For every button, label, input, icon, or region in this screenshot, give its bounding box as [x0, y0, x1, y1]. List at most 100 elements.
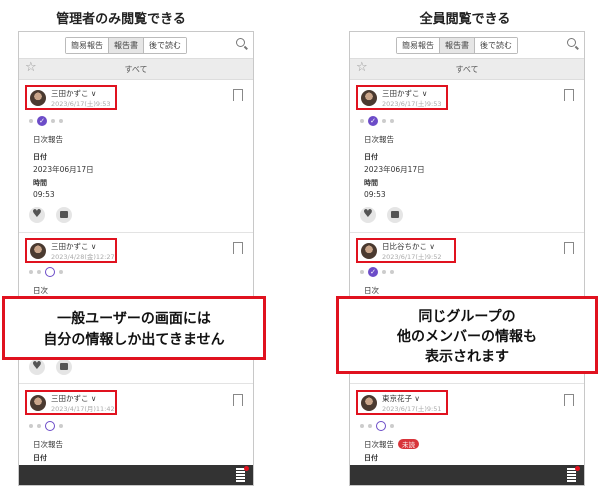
field-label: 時間 [33, 179, 47, 187]
step-dot [390, 270, 394, 274]
tab-report[interactable]: 報告書 [440, 38, 475, 53]
avatar [361, 90, 377, 106]
report-title-text: 日次報告 [364, 440, 394, 449]
report-title: 日次 [364, 286, 379, 295]
tab-simple-report[interactable]: 簡易報告 [397, 38, 440, 53]
field-value: 2023年06月17日 [33, 165, 94, 174]
avatar [30, 243, 46, 259]
filter-bar: ☆ すべて [350, 59, 584, 80]
callout-line: 同じグループの [418, 309, 516, 325]
post-date: 2023/4/17(月)11:42 [51, 405, 115, 413]
report-title: 日次 [33, 286, 48, 295]
like-icon[interactable] [360, 207, 376, 223]
bookmark-icon[interactable] [564, 242, 574, 258]
bottom-bar [350, 465, 584, 485]
step-dot [59, 424, 63, 428]
callout-line: 自分の情報しか出てきません [43, 332, 225, 348]
post-card[interactable]: 三田かずこ ∨ 2023/6/17(土)9:53 ✓ 日次報告 日付 2023年… [19, 80, 253, 233]
avatar [30, 90, 46, 106]
step-dot [360, 270, 364, 274]
unread-badge: 未読 [398, 439, 419, 449]
like-icon[interactable] [29, 359, 45, 375]
avatar [30, 395, 46, 411]
bookmark-icon[interactable] [233, 242, 243, 258]
tab-read-later[interactable]: 後で読む [144, 38, 186, 53]
comment-icon[interactable] [387, 207, 403, 223]
callout-line: 表示されます [425, 349, 509, 365]
author-info[interactable]: 三田かずこ ∨ 2023/6/17(土)9:53 [356, 85, 448, 110]
step-dot [368, 424, 372, 428]
post-date: 2023/6/17(土)9:53 [382, 100, 442, 108]
left-heading: 管理者のみ閲覧できる [56, 12, 186, 27]
step-dot [390, 119, 394, 123]
filter-label[interactable]: すべて [350, 64, 584, 75]
like-icon[interactable] [29, 207, 45, 223]
step-dot [59, 270, 63, 274]
toolbar: 簡易報告 報告書 後で読む [19, 32, 253, 59]
menu-icon[interactable] [236, 466, 249, 482]
field-value: 09:53 [364, 190, 386, 199]
field-value: 2023年06月17日 [364, 165, 425, 174]
post-date: 2023/4/28(金)12:27 [51, 253, 115, 261]
avatar [361, 395, 377, 411]
right-phone-screen: 簡易報告 報告書 後で読む ☆ すべて 三田かずこ ∨ 2023/6/17(土)… [349, 31, 585, 486]
step-dot [29, 424, 33, 428]
post-actions [29, 359, 72, 375]
avatar [361, 243, 377, 259]
bottom-bar [19, 465, 253, 485]
filter-label[interactable]: すべて [19, 64, 253, 75]
bookmark-icon[interactable] [564, 89, 574, 105]
field-label: 日付 [33, 454, 47, 462]
bookmark-icon[interactable] [233, 394, 243, 410]
step-indicator [360, 421, 394, 431]
search-icon[interactable] [567, 38, 576, 47]
report-title: 日次報告 [33, 135, 63, 144]
step-dot [29, 119, 33, 123]
step-dot-current [376, 421, 386, 431]
post-date: 2023/6/17(土)9:52 [382, 253, 442, 261]
step-dot [382, 270, 386, 274]
step-dot [51, 119, 55, 123]
field-value: 09:53 [33, 190, 55, 199]
search-icon[interactable] [236, 38, 245, 47]
view-tabs: 簡易報告 報告書 後で読む [396, 37, 518, 54]
post-card[interactable]: 三田かずこ ∨ 2023/6/17(土)9:53 ✓ 日次報告 日付 2023年… [350, 80, 584, 233]
post-date: 2023/6/17(土)9:53 [51, 100, 111, 108]
bookmark-icon[interactable] [233, 89, 243, 105]
menu-icon[interactable] [567, 466, 580, 482]
author-info[interactable]: 三田かずこ ∨ 2023/4/17(月)11:42 [25, 390, 117, 415]
author-info[interactable]: 日比谷ちかこ ∨ 2023/6/17(土)9:52 [356, 238, 456, 263]
filter-bar: ☆ すべて [19, 59, 253, 80]
author-info[interactable]: 三田かずこ ∨ 2023/6/17(土)9:53 [25, 85, 117, 110]
author-info[interactable]: 三田かずこ ∨ 2023/4/28(金)12:27 [25, 238, 117, 263]
post-date: 2023/6/17(土)9:51 [382, 405, 442, 413]
field-label: 日付 [364, 454, 378, 462]
post-card[interactable]: 東京花子 ∨ 2023/6/17(土)9:51 日次報告 未読 日付 [350, 385, 584, 465]
callout-line: 一般ユーザーの画面には [57, 311, 211, 327]
report-title: 日次報告 未読 [364, 439, 419, 450]
report-title: 日次報告 [364, 135, 394, 144]
comment-icon[interactable] [56, 359, 72, 375]
step-indicator: ✓ [29, 116, 63, 126]
tab-report[interactable]: 報告書 [109, 38, 144, 53]
tab-simple-report[interactable]: 簡易報告 [66, 38, 109, 53]
tab-read-later[interactable]: 後で読む [475, 38, 517, 53]
author-info[interactable]: 東京花子 ∨ 2023/6/17(土)9:51 [356, 390, 448, 415]
step-indicator: ✓ [360, 116, 394, 126]
field-label: 時間 [364, 179, 378, 187]
field-label: 日付 [33, 153, 47, 161]
field-label: 日付 [364, 153, 378, 161]
bookmark-icon[interactable] [564, 394, 574, 410]
post-actions [29, 207, 72, 223]
callout-line: 他のメンバーの情報も [397, 329, 537, 345]
step-dot [360, 424, 364, 428]
comment-icon[interactable] [56, 207, 72, 223]
check-icon: ✓ [368, 116, 378, 126]
left-phone-screen: 簡易報告 報告書 後で読む ☆ すべて 三田かずこ ∨ 2023/6/17(土)… [18, 31, 254, 486]
check-icon: ✓ [37, 116, 47, 126]
callout-right: 同じグループの 他のメンバーの情報も 表示されます [336, 296, 598, 374]
toolbar: 簡易報告 報告書 後で読む [350, 32, 584, 59]
callout-left: 一般ユーザーの画面には 自分の情報しか出てきません [2, 296, 266, 360]
step-dot [29, 270, 33, 274]
post-card[interactable]: 三田かずこ ∨ 2023/4/17(月)11:42 日次報告 日付 [19, 385, 253, 465]
